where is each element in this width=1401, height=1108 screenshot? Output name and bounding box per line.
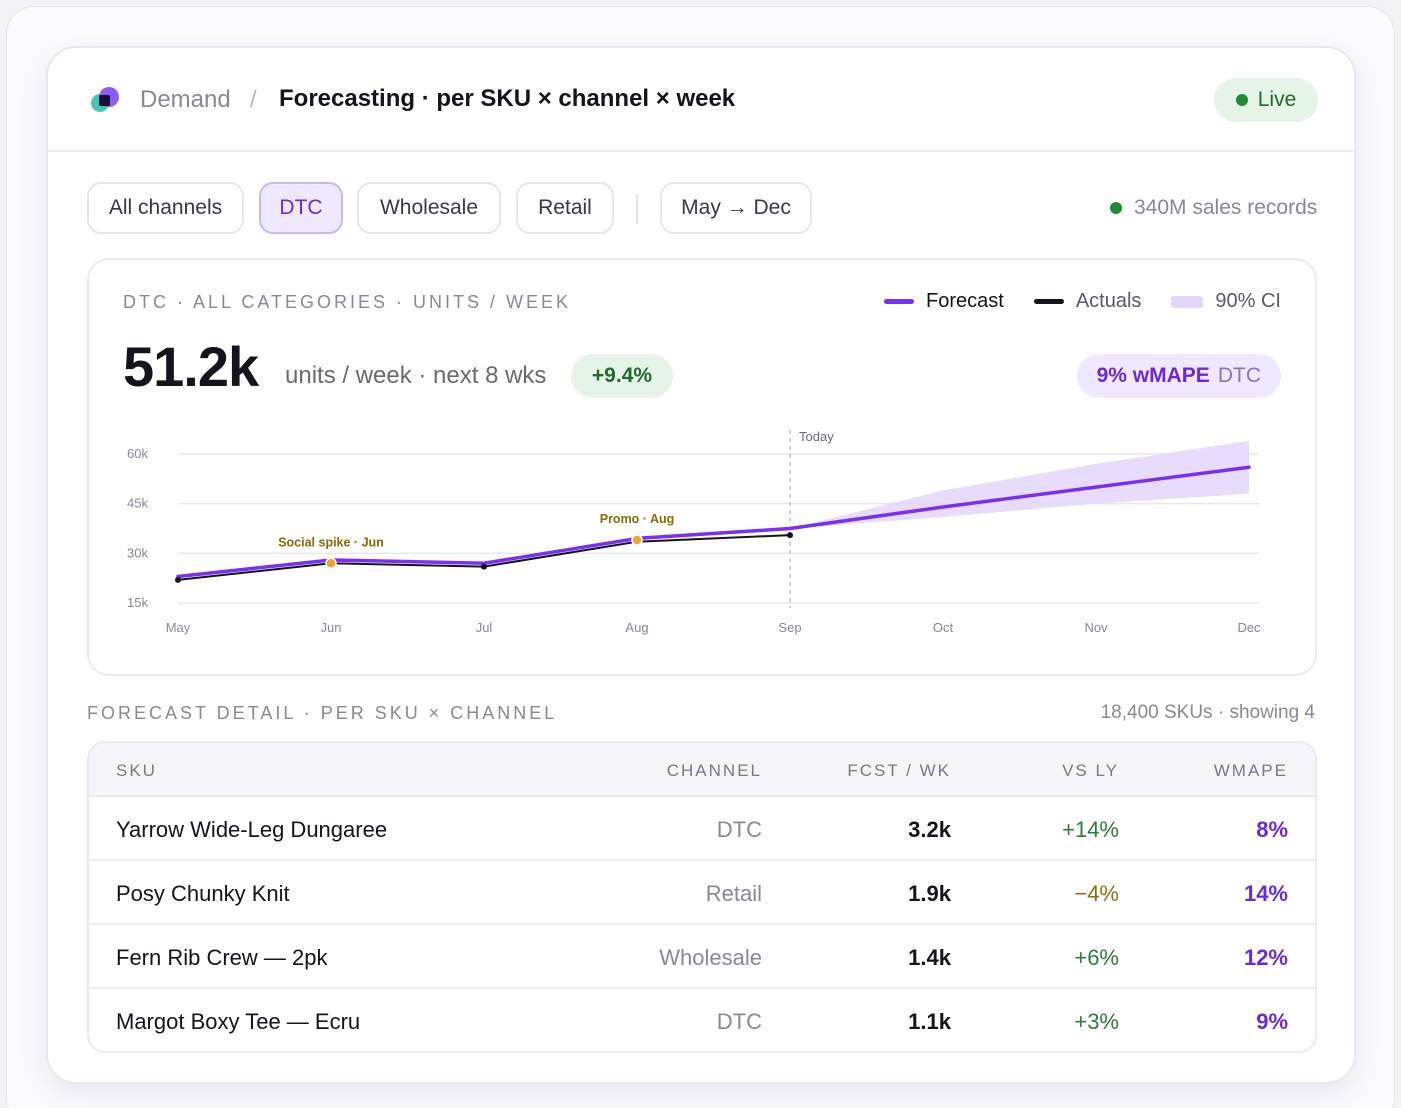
table-row[interactable]: Yarrow Wide-Leg Dungaree DTC 3.2k +14% 8…: [89, 797, 1315, 861]
cell-sku: Margot Boxy Tee — Ecru: [116, 1009, 361, 1034]
actuals-point: [787, 532, 793, 539]
cell-sku: Posy Chunky Knit: [116, 881, 290, 906]
cell-channel: DTC: [716, 817, 762, 842]
forecast-table: SKU CHANNEL FCST / WK VS LY WMAPE Yarrow…: [87, 741, 1317, 1053]
cell-wmape: 9%: [1256, 1009, 1288, 1034]
cell-vs-ly: −4%: [1074, 881, 1119, 906]
actuals-series-line: [177, 534, 791, 581]
cell-fcst: 1.1k: [908, 1009, 951, 1034]
filter-divider: [636, 194, 638, 224]
annotation-label: Social spike · Jun: [278, 535, 384, 549]
cell-wmape: 12%: [1243, 945, 1288, 970]
x-tick-label: Jul: [476, 620, 493, 635]
page-title: Forecasting · per SKU × channel × week: [279, 85, 736, 112]
col-channel[interactable]: CHANNEL: [667, 761, 762, 781]
cell-channel: Wholesale: [659, 945, 762, 970]
cell-fcst: 3.2k: [908, 817, 951, 842]
x-tick-label: Jun: [321, 620, 342, 635]
actuals-point: [175, 576, 181, 583]
cell-sku: Fern Rib Crew — 2pk: [116, 945, 328, 970]
app-logo-icon: [91, 87, 119, 112]
x-tick-label: Aug: [625, 620, 648, 635]
table-row[interactable]: Posy Chunky Knit Retail 1.9k −4% 14%: [89, 861, 1315, 925]
x-tick-label: Oct: [933, 620, 954, 635]
cell-channel: Retail: [705, 881, 762, 906]
header: Demand / Forecasting · per SKU × channel…: [48, 48, 1354, 152]
actuals-point: [481, 563, 487, 570]
cell-fcst: 1.4k: [908, 945, 951, 970]
records-dot-icon: [1110, 202, 1122, 214]
cell-wmape: 14%: [1243, 881, 1288, 906]
cell-vs-ly: +6%: [1074, 945, 1119, 970]
live-status-label: Live: [1257, 88, 1297, 111]
table-meta: 18,400 SKUs · showing 4: [1100, 702, 1315, 723]
x-tick-label: Nov: [1084, 620, 1108, 635]
chart-panel: DTC · ALL CATEGORIES · UNITS / WEEK Fore…: [87, 258, 1317, 676]
filter-all-channels[interactable]: All channels: [87, 182, 244, 234]
table-title: FORECAST DETAIL · PER SKU × CHANNEL: [87, 703, 558, 723]
col-vs-ly[interactable]: VS LY: [1062, 761, 1119, 781]
x-tick-label: Sep: [778, 620, 801, 635]
annotation-label: Promo · Aug: [600, 512, 675, 526]
breadcrumb-separator: /: [250, 86, 257, 113]
records-label: 340M sales records: [1134, 196, 1318, 219]
breadcrumb-demand[interactable]: Demand: [140, 86, 231, 114]
table-row[interactable]: Margot Boxy Tee — Ecru DTC 1.1k +3% 9%: [89, 989, 1315, 1051]
y-tick-label: 45k: [127, 496, 148, 511]
today-label: Today: [799, 429, 834, 444]
cell-vs-ly: +3%: [1074, 1009, 1119, 1034]
cell-sku: Yarrow Wide-Leg Dungaree: [116, 817, 388, 842]
live-dot-icon: [1235, 94, 1248, 106]
x-tick-label: Dec: [1237, 620, 1261, 635]
annotation-marker: [325, 557, 337, 570]
y-tick-label: 30k: [127, 545, 148, 560]
cell-vs-ly: +14%: [1062, 817, 1119, 842]
cell-channel: DTC: [716, 1009, 762, 1034]
filter-dtc[interactable]: DTC: [259, 182, 343, 234]
forecast-card: Demand / Forecasting · per SKU × channel…: [46, 46, 1356, 1084]
table-header: SKU CHANNEL FCST / WK VS LY WMAPE: [89, 743, 1315, 797]
forecast-line-chart: 60k 45k 30k 15k May Jun Jul Aug Sep Oct Nov Dec Toda…: [127, 429, 1261, 635]
date-range-picker[interactable]: May → Dec: [660, 182, 812, 234]
x-tick-label: May: [166, 620, 191, 635]
table-row[interactable]: Fern Rib Crew — 2pk Wholesale 1.4k +6% 1…: [89, 925, 1315, 989]
live-status-badge: Live: [1214, 78, 1318, 122]
col-wmape[interactable]: WMAPE: [1214, 761, 1288, 781]
col-fcst[interactable]: FCST / WK: [847, 761, 951, 781]
filter-retail[interactable]: Retail: [516, 182, 614, 234]
col-sku[interactable]: SKU: [116, 761, 157, 781]
annotation-marker: [631, 534, 643, 546]
filter-wholesale[interactable]: Wholesale: [357, 182, 501, 234]
cell-fcst: 1.9k: [908, 881, 951, 906]
y-tick-label: 15k: [127, 595, 148, 610]
y-tick-label: 60k: [127, 446, 148, 461]
cell-wmape: 8%: [1256, 817, 1288, 842]
records-indicator: 340M sales records: [1110, 196, 1317, 220]
